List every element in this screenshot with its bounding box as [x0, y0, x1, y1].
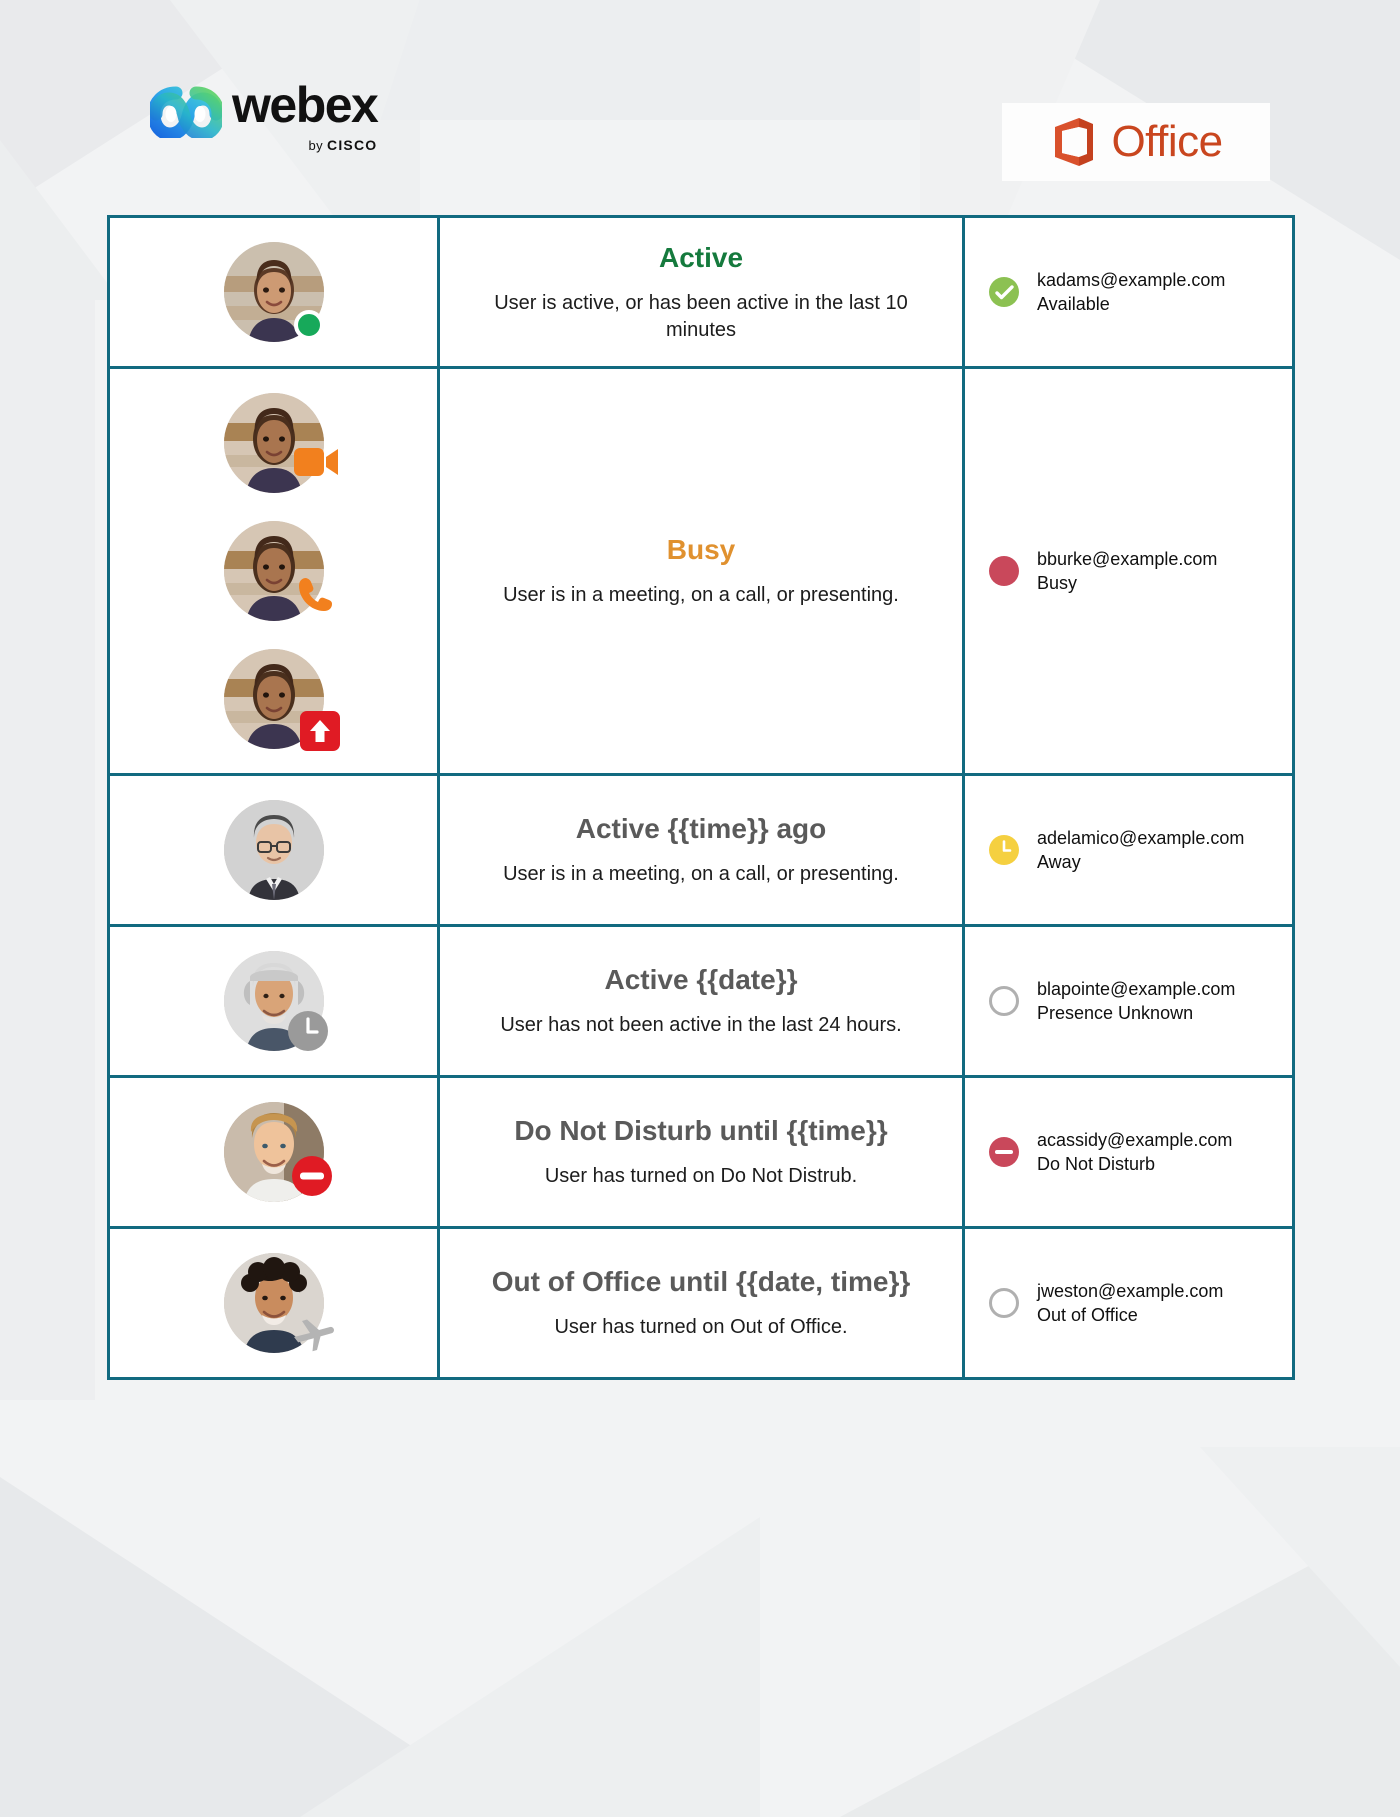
presence-status: Out of Office: [1037, 1305, 1138, 1325]
presence-text: blapointe@example.com Presence Unknown: [1037, 977, 1235, 1026]
presence-status: Away: [1037, 852, 1081, 872]
presence-email: acassidy@example.com: [1037, 1129, 1233, 1150]
presence-cell: adelamico@example.com Away: [965, 776, 1292, 924]
avatar-busy-call: [223, 521, 332, 621]
description-cell: Busy User is in a meeting, on a call, or…: [440, 369, 965, 773]
airplane-icon: [293, 1319, 334, 1352]
state-description: User has turned on Out of Office.: [554, 1316, 848, 1339]
presence-unknown-icon: [989, 986, 1019, 1016]
presence-cell: bburke@example.com Busy: [965, 369, 1292, 773]
avatar-cell: [110, 369, 440, 773]
clock-gray-icon: [287, 1011, 328, 1051]
table-row: Active {{time}} ago User is in a meeting…: [110, 776, 1292, 927]
state-title: Active: [658, 242, 744, 274]
presence-item: acassidy@example.com Do Not Disturb: [987, 1128, 1232, 1177]
state-title: Out of Office until {{date, time}}: [491, 1266, 911, 1298]
presence-status: Do Not Disturb: [1037, 1154, 1156, 1174]
presence-text: bburke@example.com Busy: [1037, 547, 1217, 596]
office-logo-icon: [1055, 118, 1094, 166]
state-description: User has not been active in the last 24 …: [500, 1014, 902, 1037]
presence-item: adelamico@example.com Away: [987, 826, 1244, 875]
presence-cell: jweston@example.com Out of Office: [965, 1229, 1292, 1377]
presence-status: Available: [1037, 294, 1110, 314]
presence-email: adelamico@example.com: [1037, 827, 1245, 848]
presence-cell: kadams@example.com Available: [965, 218, 1292, 366]
state-title: Busy: [666, 534, 736, 566]
presence-item: kadams@example.com Available: [987, 268, 1225, 317]
page-header: webex by CISCO Office: [0, 0, 1400, 210]
do-not-disturb-icon: [291, 1156, 332, 1196]
presence-text: jweston@example.com Out of Office: [1037, 1279, 1223, 1328]
presence-cell: acassidy@example.com Do Not Disturb: [965, 1078, 1292, 1226]
presence-states-table: Active User is active, or has been activ…: [107, 215, 1295, 1380]
avatar-cell: [110, 218, 440, 366]
avatar-cell: [110, 1078, 440, 1226]
video-camera-icon: [293, 448, 338, 476]
avatar: [223, 800, 324, 900]
state-description: User is in a meeting, on a call, or pres…: [503, 863, 899, 886]
table-row: Active {{date}} User has not been active…: [110, 927, 1292, 1078]
description-cell: Out of Office until {{date, time}} User …: [440, 1229, 965, 1377]
webex-by-cisco: by CISCO: [308, 137, 378, 153]
presence-cell: blapointe@example.com Presence Unknown: [965, 927, 1292, 1075]
avatar-away-man: [223, 800, 324, 900]
presence-email: kadams@example.com: [1037, 269, 1226, 290]
description-cell: Do Not Disturb until {{time}} User has t…: [440, 1078, 965, 1226]
state-description: User is active, or has been active in th…: [494, 292, 908, 341]
table-row: Do Not Disturb until {{time}} User has t…: [110, 1078, 1292, 1229]
out-of-office-icon: [989, 1288, 1019, 1318]
webex-logo-icon: [150, 86, 222, 138]
description-cell: Active {{time}} ago User is in a meeting…: [440, 776, 965, 924]
state-description: User is in a meeting, on a call, or pres…: [503, 584, 899, 607]
office-wordmark: Office: [1111, 117, 1223, 166]
avatar-ooo-man: [223, 1253, 334, 1353]
presence-text: kadams@example.com Available: [1037, 268, 1225, 317]
presence-status: Busy: [1037, 573, 1078, 593]
avatar-cell: [110, 1229, 440, 1377]
avatar-active-woman: [223, 242, 324, 342]
presence-item: blapointe@example.com Presence Unknown: [987, 977, 1235, 1026]
do-not-disturb-dot-icon: [989, 1137, 1019, 1167]
avatar-inactive-man: [223, 951, 328, 1051]
description-cell: Active User is active, or has been activ…: [440, 218, 965, 366]
presence-email: blapointe@example.com: [1037, 978, 1236, 999]
presence-email: jweston@example.com: [1037, 1280, 1224, 1301]
state-title: Active {{date}}: [604, 964, 798, 996]
away-clock-icon: [989, 835, 1019, 865]
description-cell: Active {{date}} User has not been active…: [440, 927, 965, 1075]
state-description: User has turned on Do Not Distrub.: [544, 1165, 858, 1188]
office-logo: Office: [1002, 103, 1270, 181]
presence-text: acassidy@example.com Do Not Disturb: [1037, 1128, 1232, 1177]
webex-wordmark: webex: [232, 77, 379, 133]
available-check-icon: [989, 277, 1019, 307]
avatar-busy-meeting: [223, 393, 338, 493]
presence-item: jweston@example.com Out of Office: [987, 1279, 1223, 1328]
phone-handset-icon: [298, 578, 332, 611]
presence-email: bburke@example.com: [1037, 548, 1218, 569]
avatar-cell: [110, 927, 440, 1075]
active-dot-icon: [293, 310, 324, 340]
presence-status: Presence Unknown: [1037, 1003, 1194, 1023]
presence-item: bburke@example.com Busy: [987, 547, 1217, 596]
table-row: Active User is active, or has been activ…: [110, 218, 1292, 369]
state-title: Do Not Disturb until {{time}}: [514, 1115, 888, 1147]
presence-text: adelamico@example.com Away: [1037, 826, 1244, 875]
avatar-dnd-man: [223, 1102, 332, 1202]
avatar-busy-presenting: [223, 649, 340, 751]
avatar-cell: [110, 776, 440, 924]
screen-share-icon: [299, 711, 340, 751]
webex-logo: webex by CISCO: [150, 77, 379, 153]
busy-dot-icon: [989, 556, 1019, 586]
table-row: Out of Office until {{date, time}} User …: [110, 1229, 1292, 1377]
state-title: Active {{time}} ago: [575, 813, 827, 845]
table-row: Busy User is in a meeting, on a call, or…: [110, 369, 1292, 776]
